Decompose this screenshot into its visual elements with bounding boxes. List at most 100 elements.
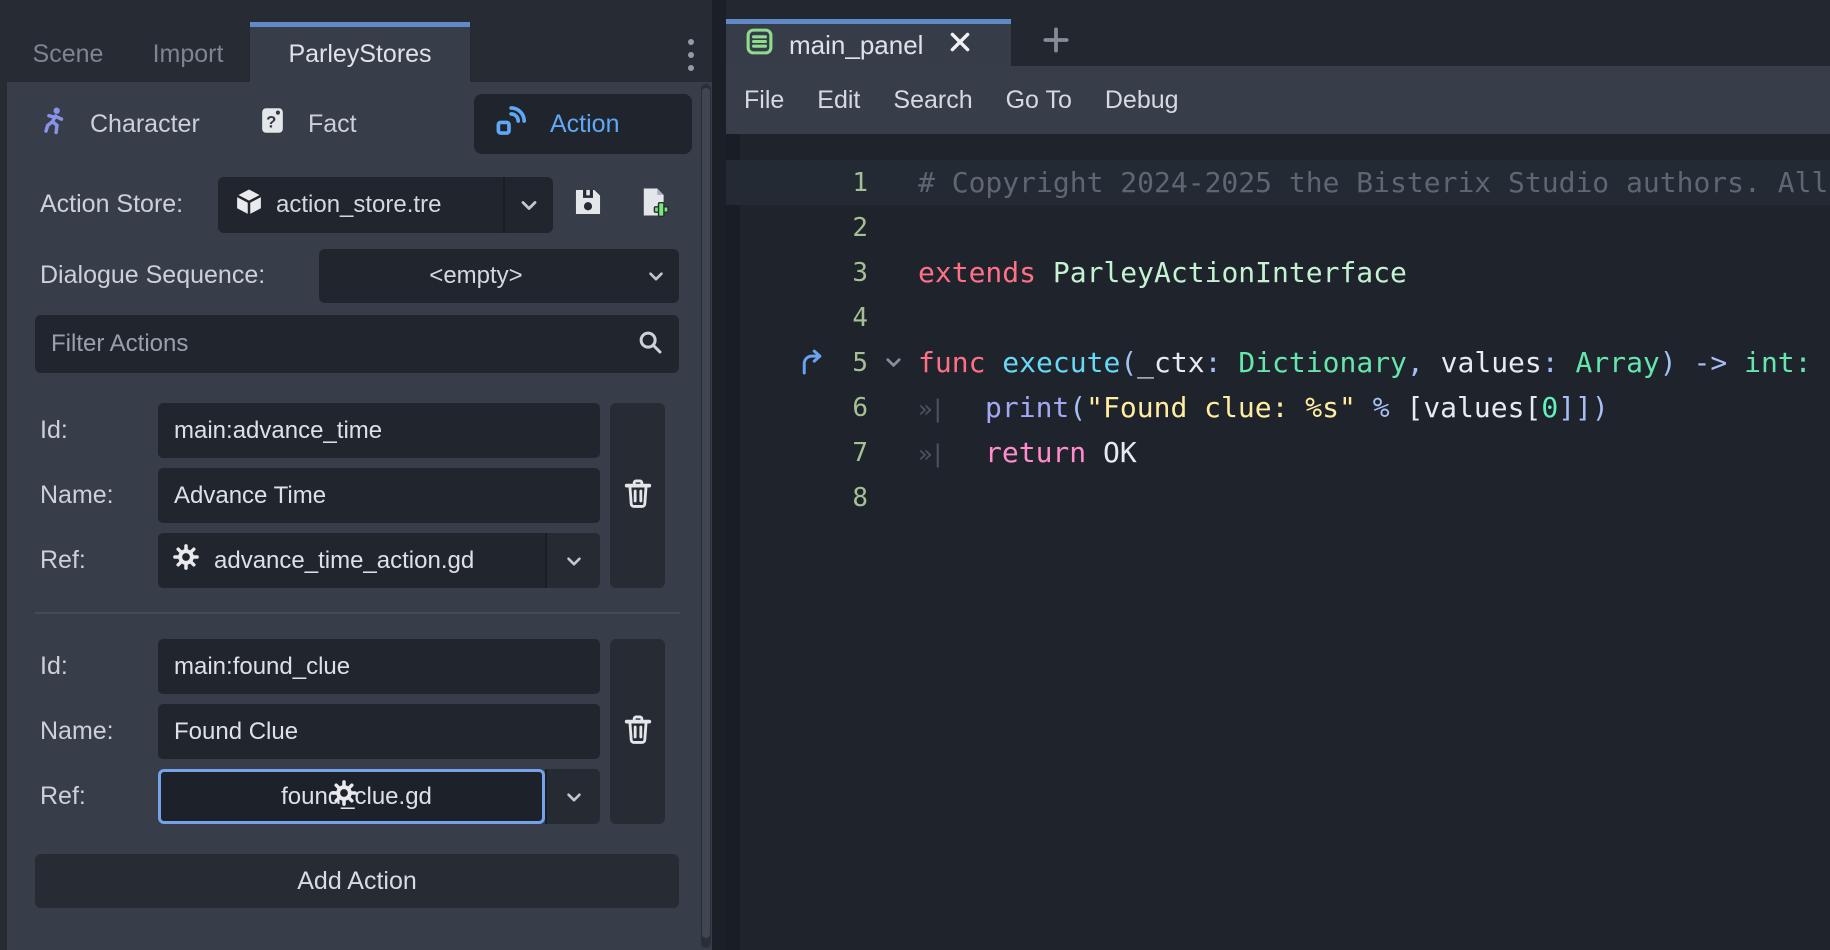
- panel-edge: [0, 0, 7, 950]
- card-separator: [35, 612, 680, 614]
- action-id-input[interactable]: [158, 403, 600, 458]
- code-token: :: [1542, 346, 1576, 379]
- filter-actions-input[interactable]: [35, 330, 621, 358]
- action-ref-dropdown[interactable]: found_clue.gd: [158, 769, 600, 824]
- code-line[interactable]: 4: [726, 295, 1830, 340]
- line-number[interactable]: 4: [832, 303, 868, 333]
- save-store-button[interactable]: [571, 185, 605, 224]
- code-token: OK: [1086, 436, 1137, 469]
- code-token: [: [1406, 391, 1423, 424]
- trash-icon: [621, 476, 655, 515]
- ref-value: advance_time_action.gd: [214, 547, 474, 575]
- chevron-down-icon[interactable]: [545, 533, 600, 588]
- fact-button-label: Fact: [308, 110, 357, 139]
- dialogue-sequence-row: Dialogue Sequence: <empty>: [0, 249, 712, 303]
- tab-scene-label: Scene: [33, 40, 104, 69]
- close-icon[interactable]: [947, 29, 973, 62]
- code-token: 0: [1541, 391, 1558, 424]
- tab-indent-marker: »|: [918, 440, 985, 468]
- dock-panel: Scene Import ParleyStores Character: [0, 0, 712, 950]
- menu-goto[interactable]: Go To: [1006, 86, 1072, 115]
- resource-cube-icon: [234, 187, 264, 224]
- line-number[interactable]: 6: [832, 393, 868, 423]
- code-line[interactable]: 6 »|print("Found clue: %s" % [values[0]]): [726, 385, 1830, 430]
- gear-icon: [172, 543, 200, 578]
- code-token: "Found clue: %s": [1086, 391, 1356, 424]
- delete-action-button[interactable]: [610, 403, 665, 588]
- chevron-down-icon[interactable]: [545, 769, 600, 824]
- menu-edit[interactable]: Edit: [817, 86, 860, 115]
- action-ref-dropdown[interactable]: advance_time_action.gd: [158, 533, 600, 588]
- ref-value-wrap: found_clue.gd: [158, 769, 545, 824]
- script-tab-main-panel[interactable]: main_panel: [726, 19, 1011, 66]
- menu-debug[interactable]: Debug: [1105, 86, 1179, 115]
- line-number[interactable]: 7: [832, 438, 868, 468]
- dock-tab-bar: Scene Import ParleyStores: [0, 0, 712, 82]
- chevron-down-icon[interactable]: [503, 177, 553, 233]
- scrollbar-thumb[interactable]: [702, 88, 710, 938]
- code-token: values: [1441, 346, 1542, 379]
- code-line[interactable]: 7»|return OK: [726, 430, 1830, 475]
- line-number[interactable]: 2: [832, 213, 868, 243]
- action-name-input[interactable]: [158, 468, 600, 523]
- tab-import[interactable]: Import: [128, 27, 248, 82]
- script-tab-bar: main_panel: [726, 0, 1830, 66]
- code-token: ]]): [1558, 391, 1609, 424]
- fact-button[interactable]: ? Fact: [257, 94, 357, 154]
- character-icon: [38, 105, 70, 144]
- scrollbar[interactable]: [701, 84, 711, 948]
- id-label: Id:: [40, 416, 68, 445]
- tab-parleystores[interactable]: ParleyStores: [250, 22, 470, 82]
- code-text: »|print("Found clue: %s" % [values[0]]): [918, 391, 1609, 424]
- delete-action-button[interactable]: [610, 639, 665, 824]
- code-token: [1036, 256, 1053, 289]
- code-token: (: [1120, 346, 1137, 379]
- code-editor[interactable]: 1# Copyright 2024-2025 the Bisterix Stud…: [726, 134, 1830, 950]
- code-text: func execute(_ctx: Dictionary, values: A…: [918, 346, 1812, 379]
- code-token: Array: [1576, 346, 1660, 379]
- line-number[interactable]: 3: [832, 258, 868, 288]
- new-store-button[interactable]: [636, 185, 670, 224]
- trash-icon: [621, 712, 655, 751]
- plus-icon: [1040, 24, 1072, 61]
- code-line[interactable]: 1# Copyright 2024-2025 the Bisterix Stud…: [726, 160, 1830, 205]
- action-store-dropdown[interactable]: action_store.tre: [218, 177, 553, 233]
- code-token: [: [1524, 391, 1541, 424]
- chevron-down-icon[interactable]: [633, 249, 679, 303]
- code-token: _ctx: [1137, 346, 1204, 379]
- code-token: func: [918, 346, 1002, 379]
- code-token: ,: [1407, 346, 1441, 379]
- override-arrow-icon[interactable]: [726, 348, 832, 378]
- fold-chevron-icon[interactable]: [868, 351, 918, 374]
- action-store-value: action_store.tre: [276, 191, 441, 219]
- store-type-row: Character ? Fact Action: [0, 94, 712, 154]
- ref-label: Ref:: [40, 546, 86, 575]
- name-label: Name:: [40, 481, 114, 510]
- code-line[interactable]: 8: [726, 475, 1830, 520]
- line-number[interactable]: 1: [832, 168, 868, 198]
- line-number[interactable]: 8: [832, 483, 868, 513]
- code-token: :: [1205, 346, 1239, 379]
- action-name-input[interactable]: [158, 704, 600, 759]
- code-line[interactable]: 3extends ParleyActionInterface: [726, 250, 1830, 295]
- ref-label: Ref:: [40, 782, 86, 811]
- code-lines: 1# Copyright 2024-2025 the Bisterix Stud…: [726, 160, 1830, 520]
- code-token: [1356, 391, 1373, 424]
- code-token: int:: [1744, 346, 1811, 379]
- character-button[interactable]: Character: [38, 94, 200, 154]
- menu-search[interactable]: Search: [893, 86, 972, 115]
- dots-menu-icon[interactable]: [684, 27, 698, 82]
- code-line[interactable]: 2: [726, 205, 1830, 250]
- line-number[interactable]: 5: [832, 348, 868, 378]
- menu-file[interactable]: File: [744, 86, 784, 115]
- action-button[interactable]: Action: [474, 94, 692, 154]
- action-id-input[interactable]: [158, 639, 600, 694]
- dialogue-sequence-dropdown[interactable]: <empty>: [319, 249, 679, 303]
- new-tab-button[interactable]: [1026, 19, 1086, 66]
- code-line[interactable]: 5 func execute(_ctx: Dictionary, values: …: [726, 340, 1830, 385]
- script-menu-bar: File Edit Search Go To Debug: [726, 66, 1830, 134]
- action-store-label: Action Store:: [40, 190, 183, 219]
- search-icon: [621, 327, 679, 362]
- add-action-button[interactable]: Add Action: [35, 854, 679, 908]
- tab-scene[interactable]: Scene: [8, 27, 128, 82]
